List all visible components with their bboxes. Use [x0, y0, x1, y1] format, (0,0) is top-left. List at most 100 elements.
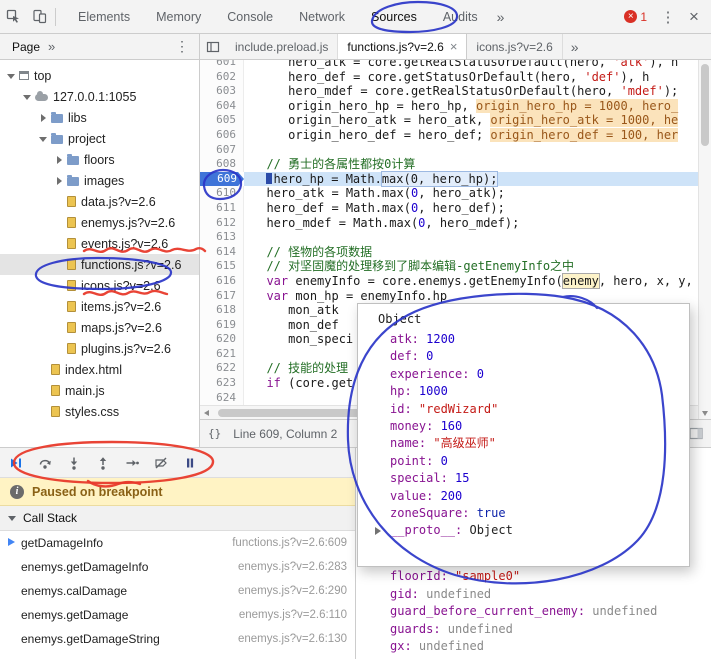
line-number[interactable]: 611 [200, 201, 244, 216]
line-number[interactable]: 620 [200, 332, 244, 347]
tree-expand-icon[interactable] [22, 91, 33, 102]
line-number[interactable]: 623 [200, 376, 244, 391]
tab-sources[interactable]: Sources [358, 0, 430, 33]
pause-on-exceptions-button[interactable] [182, 455, 198, 471]
code-text[interactable] [244, 230, 698, 245]
step-into-button[interactable] [66, 455, 82, 471]
line-number[interactable]: 609 [200, 172, 244, 187]
call-stack-frame[interactable]: enemys.getDamageStringenemys.js?v=2.6:13… [0, 627, 355, 651]
tab-console[interactable]: Console [214, 0, 286, 33]
line-number[interactable]: 619 [200, 318, 244, 333]
step-button[interactable] [124, 455, 140, 471]
editor-tab-functions-js-v-2-6[interactable]: functions.js?v=2.6× [338, 34, 467, 59]
navigator-more-chevron[interactable]: » [48, 39, 55, 54]
editor-tab-include-preload-js[interactable]: include.preload.js [226, 34, 338, 59]
error-badge[interactable]: × 1 [624, 10, 647, 24]
tree-item-top[interactable]: top [0, 65, 199, 86]
tree-item-maps-js-v-2-6[interactable]: maps.js?v=2.6 [0, 317, 199, 338]
call-stack-frame[interactable]: getDamageInfofunctions.js?v=2.6:609 [0, 531, 355, 555]
object-property[interactable]: __proto__: Object [358, 522, 689, 539]
tab-memory[interactable]: Memory [143, 0, 214, 33]
line-number[interactable]: 621 [200, 347, 244, 362]
line-number[interactable]: 617 [200, 289, 244, 304]
call-stack-frame[interactable]: enemys.getDamageInfoenemys.js?v=2.6:283 [0, 555, 355, 579]
line-number[interactable]: 612 [200, 216, 244, 231]
code-text[interactable]: hero_atk = Math.max(0, hero_atk); [244, 186, 698, 201]
code-text[interactable]: var mon_hp = enemyInfo.hp [244, 289, 698, 304]
tree-item-images[interactable]: images [0, 170, 199, 191]
tree-item-icons-js-v-2-6[interactable]: icons.js?v=2.6 [0, 275, 199, 296]
step-out-button[interactable] [95, 455, 111, 471]
line-number[interactable]: 622 [200, 361, 244, 376]
call-stack-frame[interactable]: enemys.getDamageenemys.js?v=2.6:110 [0, 603, 355, 627]
editor-tabs-more-chevron[interactable]: » [563, 34, 587, 59]
close-icon[interactable]: × [681, 4, 707, 30]
code-text[interactable]: hero_mdef = Math.max(0, hero_mdef); [244, 216, 698, 231]
line-number[interactable]: 606 [200, 128, 244, 143]
scroll-down-icon[interactable] [699, 406, 711, 419]
tree-item-libs[interactable]: libs [0, 107, 199, 128]
tree-expand-icon[interactable] [38, 112, 49, 123]
tab-page[interactable]: Page [6, 40, 46, 54]
line-number[interactable]: 615 [200, 259, 244, 274]
tab-audits[interactable]: Audits [430, 0, 491, 33]
pretty-print-button[interactable]: {} [208, 427, 221, 440]
inspect-icon[interactable] [0, 4, 26, 30]
close-tab-icon[interactable]: × [450, 39, 458, 54]
tree-item-main-js[interactable]: main.js [0, 380, 199, 401]
tree-expand-icon[interactable] [54, 154, 65, 165]
line-number[interactable]: 610 [200, 186, 244, 201]
code-text[interactable]: // 对坚固魔的处理移到了脚本编辑-getEnemyInfo之中 [244, 259, 698, 274]
code-text[interactable]: var enemyInfo = core.enemys.getEnemyInfo… [244, 274, 698, 289]
vertical-scroll-thumb[interactable] [701, 64, 709, 146]
line-number[interactable]: 602 [200, 70, 244, 85]
tree-item-styles-css[interactable]: styles.css [0, 401, 199, 422]
code-text[interactable]: // 勇士的各属性都按0计算 [244, 157, 698, 172]
tree-item-127-0-0-1-1055[interactable]: 127.0.0.1:1055 [0, 86, 199, 107]
code-text[interactable]: // 怪物的各项数据 [244, 245, 698, 260]
line-number[interactable]: 607 [200, 143, 244, 158]
tab-network[interactable]: Network [286, 0, 358, 33]
tree-item-floors[interactable]: floors [0, 149, 199, 170]
line-number[interactable]: 616 [200, 274, 244, 289]
call-stack-header[interactable]: Call Stack [0, 506, 355, 531]
tree-item-items-js-v-2-6[interactable]: items.js?v=2.6 [0, 296, 199, 317]
deactivate-breakpoints-button[interactable] [153, 455, 169, 471]
call-stack-frame[interactable]: enemys.calDamageenemys.js?v=2.6:290 [0, 579, 355, 603]
line-number[interactable]: 624 [200, 391, 244, 406]
code-text[interactable]: hero_def = core.getStatusOrDefault(hero,… [244, 70, 698, 85]
tab-elements[interactable]: Elements [65, 0, 143, 33]
line-number[interactable]: 613 [200, 230, 244, 245]
line-number[interactable]: 608 [200, 157, 244, 172]
code-text[interactable]: origin_hero_def = hero_def; origin_hero_… [244, 128, 698, 143]
step-over-button[interactable] [37, 455, 53, 471]
tree-item-functions-js-v-2-6[interactable]: functions.js?v=2.6 [0, 254, 199, 275]
tree-expand-icon[interactable] [6, 70, 17, 81]
tree-item-index-html[interactable]: index.html [0, 359, 199, 380]
line-number[interactable]: 603 [200, 84, 244, 99]
tree-item-plugins-js-v-2-6[interactable]: plugins.js?v=2.6 [0, 338, 199, 359]
code-text[interactable]: hero_mdef = core.getRealStatusOrDefault(… [244, 84, 698, 99]
tree-expand-icon[interactable] [54, 175, 65, 186]
expand-arrow-icon[interactable] [375, 527, 381, 535]
line-number[interactable]: 605 [200, 113, 244, 128]
tree-item-project[interactable]: project [0, 128, 199, 149]
hovered-variable[interactable]: enemy [563, 274, 599, 288]
resume-button[interactable] [8, 455, 24, 471]
line-number[interactable]: 604 [200, 99, 244, 114]
code-text[interactable]: hero_hp = Math.max(0, hero_hp); [244, 172, 698, 187]
code-text[interactable] [244, 143, 698, 158]
tree-item-data-js-v-2-6[interactable]: data.js?v=2.6 [0, 191, 199, 212]
more-panels-chevron[interactable]: » [491, 9, 511, 25]
editor-tab-icons-js-v-2-6[interactable]: icons.js?v=2.6 [467, 34, 562, 59]
tree-item-enemys-js-v-2-6[interactable]: enemys.js?v=2.6 [0, 212, 199, 233]
toggle-sidebar-icon[interactable] [689, 427, 703, 440]
tree-item-events-js-v-2-6[interactable]: events.js?v=2.6 [0, 233, 199, 254]
vertical-scrollbar[interactable] [698, 60, 711, 419]
line-number[interactable]: 618 [200, 303, 244, 318]
code-text[interactable]: hero_def = Math.max(0, hero_def); [244, 201, 698, 216]
code-text[interactable]: origin_hero_hp = hero_hp, origin_hero_hp… [244, 99, 698, 114]
tree-expand-icon[interactable] [38, 133, 49, 144]
overflow-menu-icon[interactable]: ⋮ [655, 4, 681, 30]
navigator-menu-icon[interactable]: ⋮ [171, 38, 193, 55]
